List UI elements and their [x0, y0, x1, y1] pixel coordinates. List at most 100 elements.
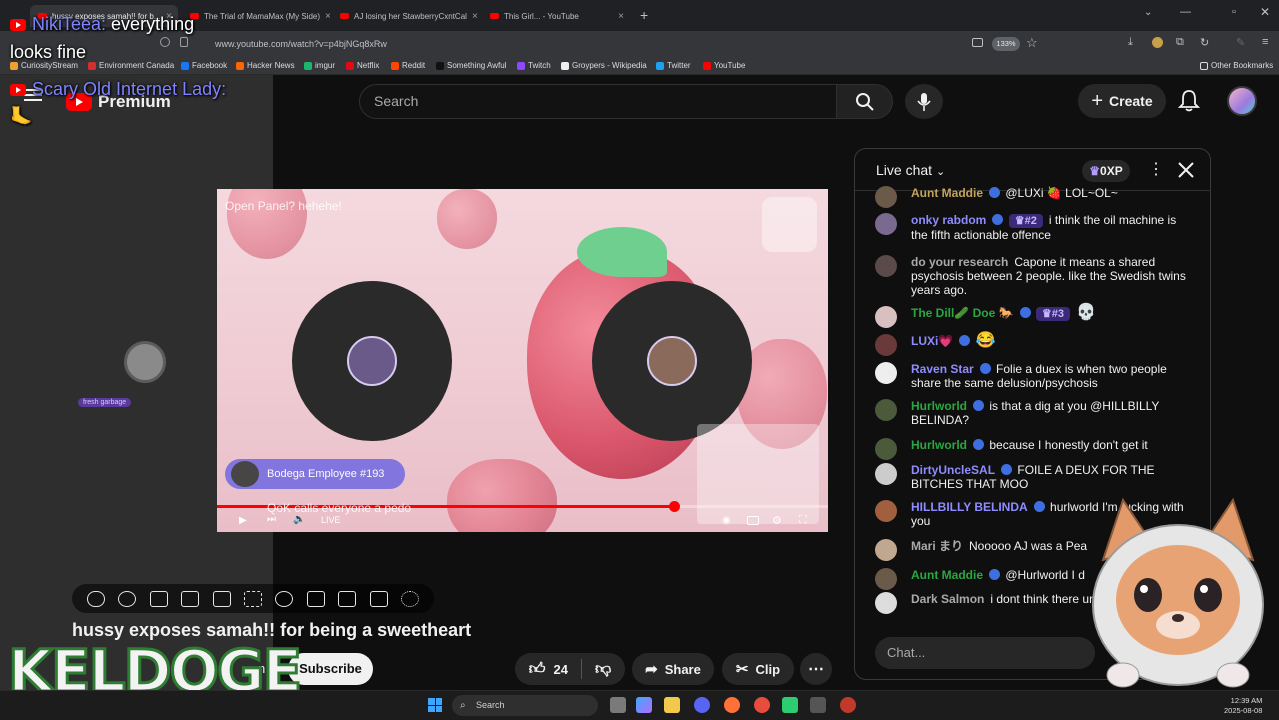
app-icon[interactable]: [754, 697, 770, 713]
more-actions-icon[interactable]: ⋯: [800, 653, 832, 685]
video-player[interactable]: Open Panel? hehehe! Bodega Employee #193…: [217, 189, 828, 532]
participant-avatar: [124, 341, 166, 383]
bookmark-item[interactable]: imgur: [304, 61, 335, 70]
new-tab-button[interactable]: +: [640, 7, 648, 23]
verified-badge-icon: [989, 569, 1000, 580]
character-sticker-icon: [762, 197, 817, 252]
extension-icon[interactable]: [1152, 37, 1163, 48]
bookmark-item[interactable]: Facebook: [181, 61, 227, 70]
next-icon[interactable]: ⏭: [267, 514, 276, 525]
taskbar-clock[interactable]: 12:39 AM 2025-08-08: [1224, 696, 1262, 716]
embedded-chat-preview: [697, 424, 819, 524]
close-tab-icon[interactable]: ×: [618, 11, 624, 22]
create-button[interactable]: + Create: [1078, 84, 1166, 118]
search-icon: ⌕: [460, 700, 466, 711]
bookmark-item[interactable]: Reddit: [391, 61, 425, 70]
verified-badge-icon: [1001, 464, 1013, 475]
progress-scrubber[interactable]: [669, 501, 681, 512]
picture-in-picture-icon[interactable]: [149, 590, 168, 607]
bookmark-star-icon[interactable]: ☆: [1026, 35, 1038, 51]
tab-list-chevron-icon[interactable]: ⌄: [1144, 7, 1152, 18]
shield-icon[interactable]: [160, 37, 170, 47]
bookmark-item[interactable]: Groypers - Wikipedia: [561, 61, 647, 70]
taskbar-search[interactable]: ⌕ Search: [452, 695, 598, 716]
pen-icon[interactable]: ✎: [1236, 36, 1245, 49]
app-icon[interactable]: [810, 697, 826, 713]
browser-tab[interactable]: The Trial of MamaMax (My Side) ×: [182, 5, 330, 27]
bookmark-item[interactable]: Environment Canada: [88, 61, 174, 70]
chat-input[interactable]: Chat...: [875, 637, 1095, 669]
verified-badge-icon: [1033, 501, 1045, 512]
audio-icon[interactable]: [118, 590, 137, 607]
autoplay-toggle-icon[interactable]: ◉: [722, 515, 731, 526]
fullscreen-icon[interactable]: ⛶: [799, 514, 807, 527]
bookmark-item[interactable]: Twitch: [517, 61, 551, 70]
browser-tab[interactable]: This Girl... - YouTube ×: [482, 5, 630, 27]
chat-message: The Dill🥒 Doe 🐎 ♛#3 💀: [875, 305, 1195, 328]
volume-icon[interactable]: 🔈: [293, 514, 305, 525]
zoom-level[interactable]: 133%: [992, 37, 1020, 51]
account-avatar[interactable]: [1227, 86, 1257, 116]
screenshot-icon[interactable]: [972, 38, 983, 47]
firefox-icon[interactable]: [724, 697, 740, 713]
maximize-button[interactable]: ▫: [1232, 6, 1236, 18]
resize-icon[interactable]: [212, 590, 231, 607]
loop-icon[interactable]: [86, 590, 105, 607]
subscribe-button[interactable]: Subscribe: [288, 653, 373, 685]
live-chat-mode-selector[interactable]: Live chat ⌄: [876, 162, 945, 178]
play-icon[interactable]: ▶: [239, 515, 247, 526]
chat-more-icon[interactable]: ⋮: [1148, 162, 1164, 178]
app-icon[interactable]: [782, 697, 798, 713]
thumbs-down-icon[interactable]: 👎︎: [595, 660, 611, 679]
settings-gear-icon[interactable]: ⚙: [772, 514, 782, 527]
bookmark-item[interactable]: Twitter: [656, 61, 691, 70]
camera-icon[interactable]: [338, 590, 357, 607]
sync-icon[interactable]: ↻: [1200, 36, 1209, 49]
live-indicator[interactable]: LIVE: [321, 515, 341, 525]
other-bookmarks[interactable]: Other Bookmarks: [1200, 61, 1273, 70]
close-icon[interactable]: [1177, 161, 1195, 179]
close-window-button[interactable]: ✕: [1260, 5, 1270, 19]
minimize-button[interactable]: —: [1180, 6, 1191, 18]
clip-button[interactable]: ✂ Clip: [722, 653, 794, 685]
task-view-icon[interactable]: [610, 697, 626, 713]
bookmarks-bar: CuriosityStream Environment Canada Faceb…: [0, 58, 1279, 75]
bookmark-item[interactable]: Something Awful: [436, 61, 506, 70]
strawberry-decoration: [447, 459, 557, 532]
share-arrow-icon: ➦: [645, 661, 658, 678]
close-tab-icon[interactable]: ×: [472, 11, 478, 22]
bookmark-favicon-icon: [656, 61, 664, 70]
avatar: [875, 399, 897, 421]
crown-icon: ♛: [1089, 164, 1101, 178]
notifications-bell-icon[interactable]: [1178, 89, 1200, 113]
voice-search-button[interactable]: [905, 84, 943, 119]
browser-tab[interactable]: AJ losing her StawberryCxntCal ×: [332, 5, 480, 27]
subtitles-icon[interactable]: [747, 516, 759, 525]
bookmark-item[interactable]: Netflix: [346, 61, 379, 70]
keyboard-icon[interactable]: [369, 590, 388, 607]
bookmark-item[interactable]: Hacker News: [236, 61, 295, 70]
extensions-icon[interactable]: ⧉: [1176, 36, 1184, 49]
lock-icon[interactable]: [180, 37, 188, 47]
crown-icon: ♛: [1041, 308, 1052, 320]
add-clip-icon[interactable]: [306, 590, 325, 607]
bookmark-item[interactable]: YouTube: [703, 61, 745, 70]
settings-gear-icon[interactable]: [401, 590, 420, 607]
discord-icon[interactable]: [694, 697, 710, 713]
windows-start-icon[interactable]: [428, 698, 442, 712]
xp-badge[interactable]: ♛0XP: [1082, 160, 1130, 182]
copilot-icon[interactable]: [636, 697, 652, 713]
url-field[interactable]: www.youtube.com/watch?v=p4bjNGq8xRw: [200, 34, 1045, 54]
search-input[interactable]: Search: [359, 84, 837, 119]
crop-icon[interactable]: [243, 590, 262, 607]
menu-icon[interactable]: ≡: [1262, 36, 1268, 48]
search-button[interactable]: [837, 84, 893, 119]
close-tab-icon[interactable]: ×: [325, 11, 330, 22]
file-explorer-icon[interactable]: [664, 697, 680, 713]
theater-mode-icon[interactable]: [181, 590, 200, 607]
share-button[interactable]: ➦ Share: [632, 653, 714, 685]
like-button[interactable]: 👍︎ 24: [529, 660, 568, 679]
speed-gauge-icon[interactable]: [275, 590, 294, 607]
youtube-music-icon[interactable]: [840, 697, 856, 713]
download-icon[interactable]: ⤓: [1128, 36, 1133, 49]
